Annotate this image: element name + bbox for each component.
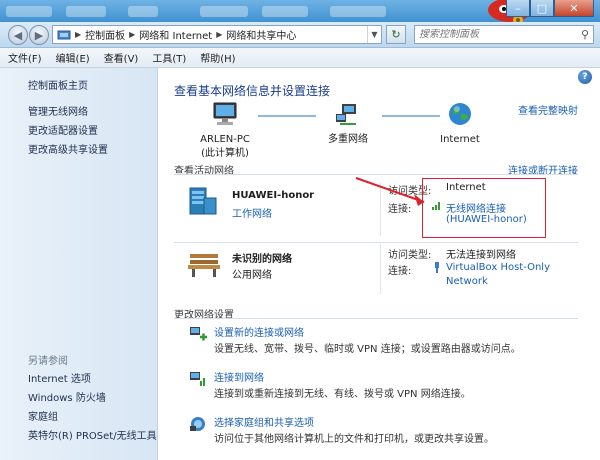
- divider: [380, 244, 381, 294]
- task-desc: 设置无线、宽带、拨号、临时或 VPN 连接；或设置路由器或访问点。: [214, 344, 521, 355]
- view-full-map-link[interactable]: 查看完整映射: [518, 102, 578, 117]
- network-icon: [336, 104, 356, 125]
- connect-network-icon: [190, 372, 205, 386]
- map-node-this-computer[interactable]: ARLEN-PC (此计算机): [196, 100, 254, 161]
- task-desc: 连接到或重新连接到无线、有线、拨号或 VPN 网络连接。: [214, 389, 471, 400]
- computer-name: ARLEN-PC: [200, 134, 250, 145]
- red-arrow-icon: [355, 177, 425, 206]
- see-also-homegroup[interactable]: 家庭组: [28, 408, 58, 423]
- task-desc: 访问位于其他网络计算机上的文件和打印机，或更改共享设置。: [214, 434, 494, 445]
- divider: [174, 174, 578, 175]
- connection-label: 连接:: [388, 266, 412, 277]
- menu-tools[interactable]: 工具(T): [152, 50, 186, 65]
- network-type-link[interactable]: 工作网络: [232, 205, 272, 220]
- wired-adapter-icon: [435, 262, 439, 273]
- sidebar-item-control-panel-home[interactable]: 控制面板主页: [28, 77, 88, 92]
- network-type: 公用网络: [232, 270, 272, 281]
- title-blur: [262, 6, 308, 17]
- sidebar-item-manage-wireless[interactable]: 管理无线网络: [28, 103, 88, 118]
- window-title-bar: – □ ✕: [0, 0, 600, 24]
- main-panel: ? 查看基本网络信息并设置连接 查看完整映射 ARLEN-PC (此计算机) 多…: [158, 68, 600, 460]
- minimize-button[interactable]: –: [506, 0, 530, 17]
- title-blur: [66, 6, 106, 17]
- network-name: 未识别的网络: [232, 254, 292, 265]
- breadcrumb-separator: ▶: [129, 30, 136, 39]
- sidebar: 控制面板主页 管理无线网络 更改适配器设置 更改高级共享设置 另请参阅 Inte…: [0, 68, 158, 460]
- breadcrumb-sharing-center[interactable]: 网络和共享中心: [226, 27, 296, 42]
- access-type-label: 访问类型:: [388, 250, 432, 261]
- title-blur: [330, 6, 386, 17]
- menu-file[interactable]: 文件(F): [8, 50, 42, 65]
- task-title-connect-network[interactable]: 连接到网络: [214, 369, 264, 384]
- see-also-intel-proset[interactable]: 英特尔(R) PROSet/无线工具: [28, 427, 157, 442]
- breadcrumb-separator: ▶: [216, 30, 223, 39]
- refresh-icon: ↻: [391, 28, 401, 41]
- multi-network-label: 多重网络: [328, 134, 368, 145]
- see-also-internet-options[interactable]: Internet 选项: [28, 370, 91, 385]
- task-title-new-connection[interactable]: 设置新的连接或网络: [214, 324, 304, 339]
- content-area: 控制面板主页 管理无线网络 更改适配器设置 更改高级共享设置 另请参阅 Inte…: [0, 68, 600, 460]
- breadcrumb-separator: ▶: [75, 30, 82, 39]
- search-box[interactable]: ⚲: [414, 25, 594, 44]
- public-network-bench-icon: [188, 254, 220, 277]
- virtualbox-connection-link[interactable]: VirtualBox Host-Only: [446, 262, 550, 273]
- divider: [174, 318, 578, 319]
- forward-arrow-icon: ▶: [34, 28, 44, 42]
- computer-sub: (此计算机): [201, 148, 249, 159]
- back-arrow-icon: ◀: [13, 28, 23, 42]
- title-blur: [200, 6, 248, 17]
- menu-edit[interactable]: 编辑(E): [56, 50, 90, 65]
- back-button[interactable]: ◀: [8, 25, 28, 45]
- work-network-icon: [189, 187, 217, 215]
- see-also-windows-firewall[interactable]: Windows 防火墙: [28, 389, 106, 404]
- computer-icon: [213, 102, 237, 125]
- navigation-bar: ◀ ▶ ▶ 控制面板 ▶ 网络和 Internet ▶ 网络和共享中心 ▼ ↻ …: [0, 22, 600, 48]
- page-title: 查看基本网络信息并设置连接: [174, 84, 331, 98]
- help-icon[interactable]: ?: [578, 70, 592, 84]
- sidebar-item-advanced-sharing[interactable]: 更改高级共享设置: [28, 141, 108, 156]
- title-blur: [128, 6, 158, 17]
- search-icon[interactable]: ⚲: [581, 28, 589, 41]
- breadcrumb-network-internet[interactable]: 网络和 Internet: [139, 27, 212, 42]
- access-type-value: 无法连接到网络: [446, 250, 516, 261]
- menu-bar: 文件(F) 编辑(E) 查看(V) 工具(T) 帮助(H): [0, 48, 600, 68]
- forward-button[interactable]: ▶: [29, 25, 49, 45]
- highlight-box: [422, 178, 546, 238]
- homegroup-icon: [190, 417, 205, 431]
- refresh-button[interactable]: ↻: [386, 25, 406, 44]
- new-connection-icon: [190, 327, 207, 341]
- address-bar[interactable]: ▶ 控制面板 ▶ 网络和 Internet ▶ 网络和共享中心 ▼: [52, 25, 382, 44]
- address-dropdown-icon[interactable]: ▼: [367, 26, 381, 43]
- virtualbox-connection-name[interactable]: Network: [446, 276, 488, 287]
- search-input[interactable]: [419, 29, 569, 40]
- control-panel-icon: [57, 30, 71, 39]
- see-also-heading: 另请参阅: [28, 356, 68, 367]
- sidebar-item-adapter-settings[interactable]: 更改适配器设置: [28, 122, 98, 137]
- map-node-internet[interactable]: Internet: [432, 100, 488, 147]
- internet-label: Internet: [440, 134, 480, 145]
- maximize-button[interactable]: □: [530, 0, 554, 17]
- close-button[interactable]: ✕: [554, 0, 594, 17]
- map-connector: [258, 115, 316, 117]
- map-node-multiple-networks[interactable]: 多重网络: [318, 100, 378, 147]
- title-blur: [6, 6, 52, 17]
- globe-icon: [449, 103, 471, 125]
- network-name: HUAWEI-honor: [232, 190, 315, 201]
- menu-view[interactable]: 查看(V): [104, 50, 139, 65]
- task-title-homegroup[interactable]: 选择家庭组和共享选项: [214, 414, 314, 429]
- divider: [174, 242, 578, 243]
- menu-help[interactable]: 帮助(H): [200, 50, 235, 65]
- breadcrumb-control-panel[interactable]: 控制面板: [85, 27, 125, 42]
